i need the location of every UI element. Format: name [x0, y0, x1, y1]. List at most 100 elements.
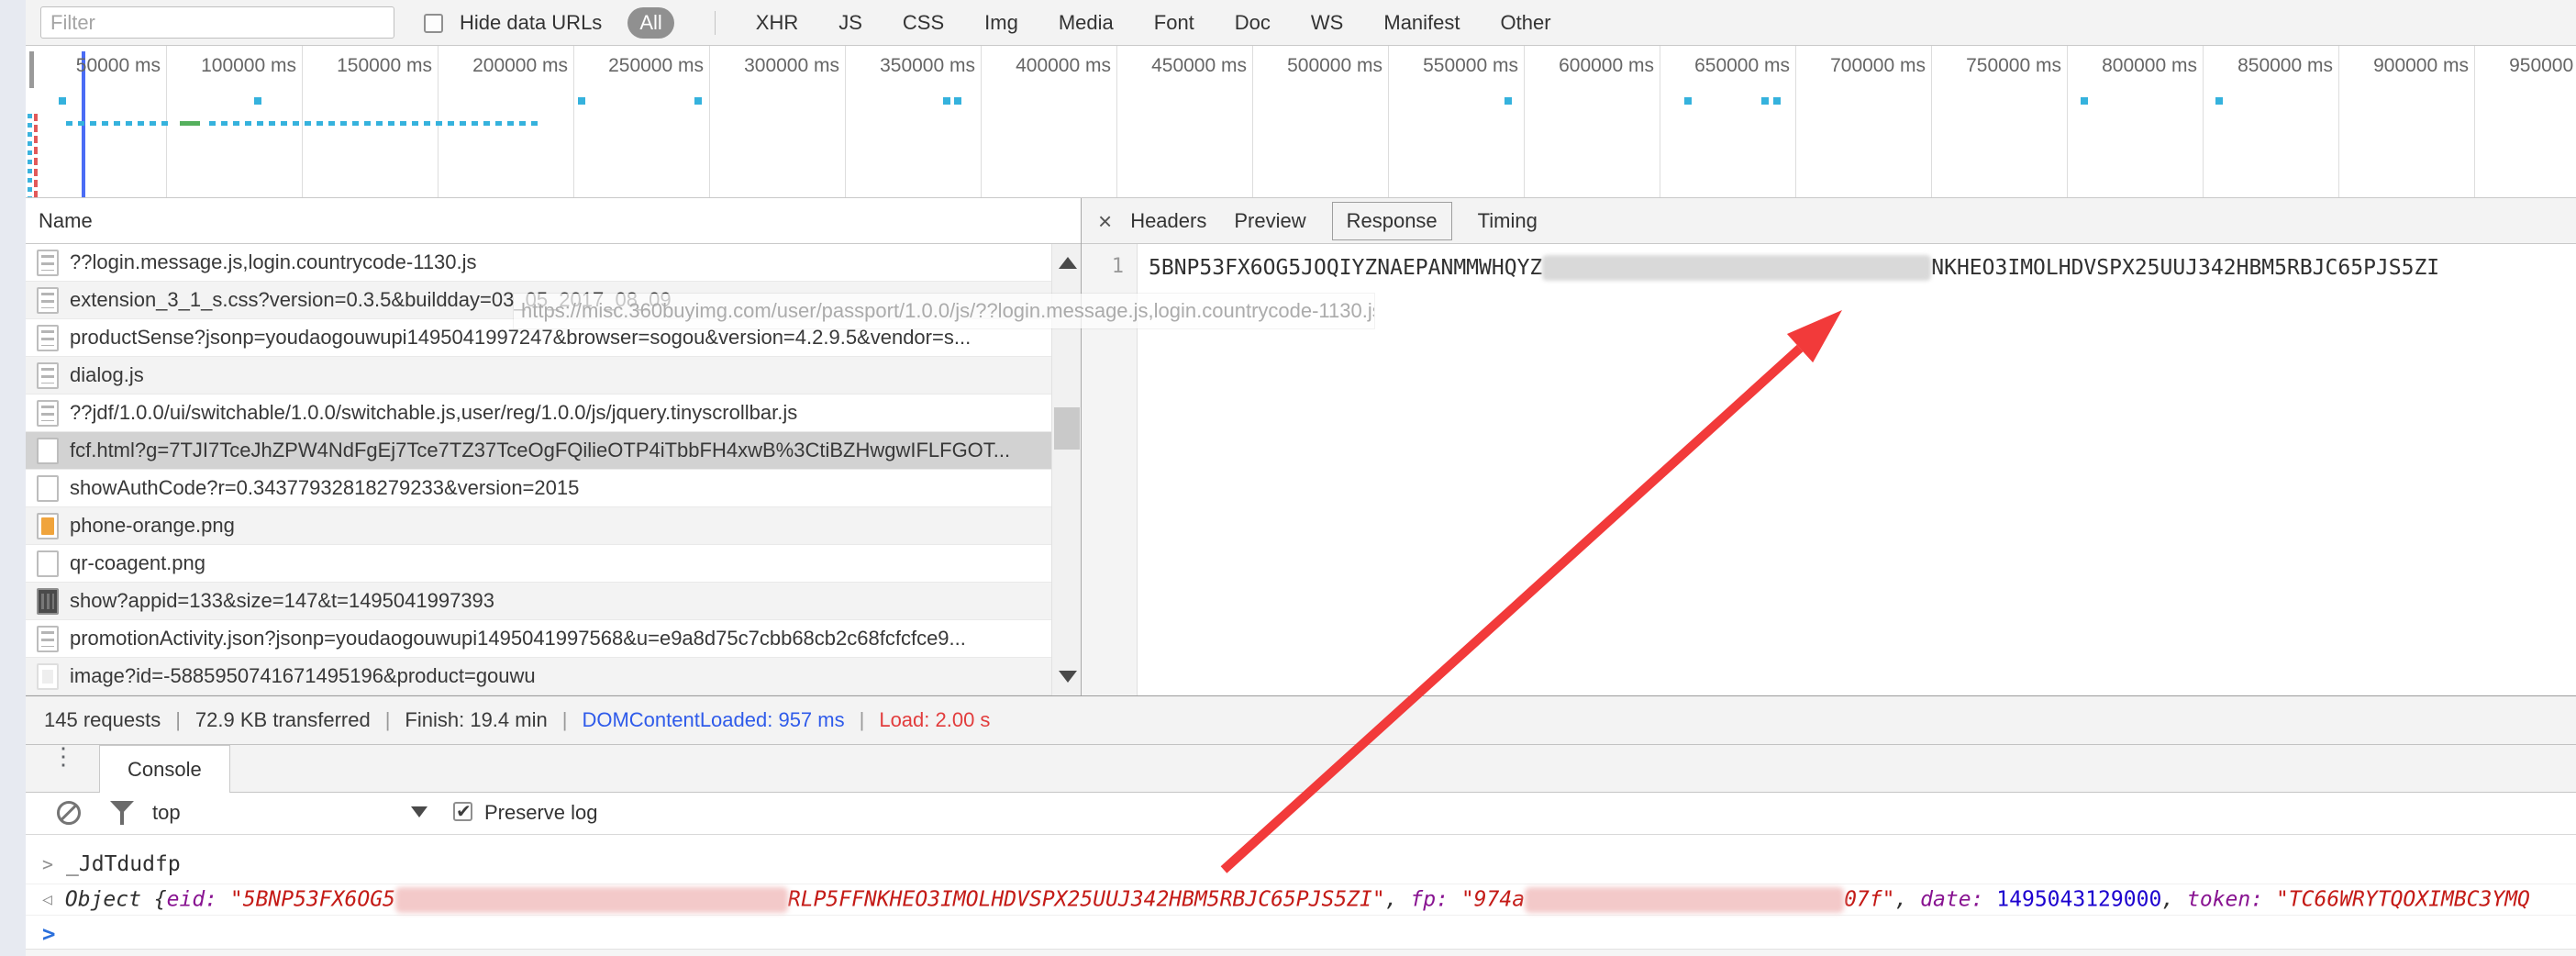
filter-type-font[interactable]: Font: [1154, 11, 1194, 35]
console-segment: 1495043129000: [1996, 887, 2162, 911]
tab-console[interactable]: Console: [99, 745, 230, 793]
network-overview-timeline[interactable]: 50000 ms 100000 ms 150000 ms 200000 ms 25000…: [26, 46, 2576, 198]
request-name: show?appid=133&size=147&t=1495041997393: [70, 589, 495, 612]
console-result-line[interactable]: ◁ Object {eid: "5BNP53FX6OG5 RLP5FFNKHEO3I…: [26, 884, 2576, 916]
script-icon: [37, 249, 59, 276]
summary-separator: |: [561, 708, 568, 731]
request-name: fcf.html?g=7TJI7TceJhZPW4NdFgEj7Tce7TZ37…: [70, 439, 1011, 461]
overview-red-dashed-line: [34, 114, 38, 197]
console-prompt[interactable]: >: [26, 916, 2576, 952]
overview-waterfall-dash: [412, 121, 418, 126]
tab-preview[interactable]: Preview: [1232, 203, 1307, 239]
overview-request-dot: [1773, 97, 1781, 105]
console-messages[interactable]: > _JdTdudfp ◁ Object {eid: "5BNP53FX6OG5 RL…: [26, 835, 2576, 956]
filter-type-manifest[interactable]: Manifest: [1383, 11, 1460, 35]
console-segment: Object {: [64, 887, 167, 911]
console-segment: token:: [2187, 887, 2264, 911]
request-row[interactable]: ??login.message.js,login.countrycode-113…: [26, 244, 1051, 282]
script-icon: [37, 399, 59, 427]
request-name: dialog.js: [70, 363, 144, 386]
summary-item: 145 requests: [44, 708, 161, 731]
drawer-menu-icon[interactable]: ⋮: [51, 744, 75, 768]
timeline-tick-label: 500000 ms: [1287, 55, 1382, 76]
filter-input[interactable]: [40, 6, 394, 39]
console-hscrollbar[interactable]: [26, 949, 2576, 956]
request-row[interactable]: promotionActivity.json?jsonp=youdaogouwu…: [26, 620, 1051, 658]
request-row[interactable]: showAuthCode?r=0.34377932818279233&versi…: [26, 470, 1051, 507]
image-dark-icon: [37, 587, 59, 615]
request-name: ??login.message.js,login.countrycode-113…: [70, 250, 477, 273]
console-segment: eid:: [166, 887, 218, 911]
console-segment: "974a: [1460, 887, 1526, 911]
overview-waterfall-dash: [209, 121, 216, 126]
scroll-down-arrow-icon[interactable]: [1059, 671, 1077, 683]
response-body-line[interactable]: 5BNP53FX6OG5JOQIYZNAEPANMMWHQYZ NKHEO3IMO…: [1149, 253, 2439, 283]
request-row[interactable]: qr-coagent.png: [26, 545, 1051, 583]
scrollbar-thumb[interactable]: [1054, 407, 1080, 450]
summary-separator: |: [175, 708, 181, 731]
hide-data-urls-label: Hide data URLs: [460, 11, 603, 34]
overview-waterfall-dash: [388, 121, 394, 126]
chevron-down-icon[interactable]: [411, 806, 427, 817]
tab-timing[interactable]: Timing: [1476, 203, 1539, 239]
overview-waterfall-dash-green: [180, 121, 200, 126]
filter-type-all[interactable]: All: [627, 7, 674, 39]
response-text-suffix: NKHEO3IMOLHDVSPX25UUJ342HBM5RBJC65PJS5ZI: [1931, 256, 2440, 280]
overview-request-dot: [578, 97, 585, 105]
redacted-blur-box: [1525, 886, 1845, 913]
request-row[interactable]: fcf.html?g=7TJI7TceJhZPW4NdFgEj7Tce7TZ37…: [26, 432, 1051, 470]
redacted-blur-box: [1542, 255, 1932, 281]
tab-response[interactable]: Response: [1331, 201, 1452, 240]
name-column-header[interactable]: Name: [26, 198, 1081, 244]
timeline-tick-label: 950000 ms: [2509, 55, 2576, 76]
timeline-tick-label: 300000 ms: [744, 55, 839, 76]
filter-funnel-icon[interactable]: [110, 801, 134, 825]
overview-waterfall-dash: [281, 121, 287, 126]
timeline-tick-label: 750000 ms: [1966, 55, 2061, 76]
page-icon: [37, 437, 59, 464]
overview-request-dot: [59, 97, 66, 105]
overview-waterfall-dash: [245, 121, 251, 126]
resource-type-filters: All XHR JS CSS Img Media Font Doc WS Manifest Othe…: [627, 7, 1551, 39]
timeline-tick-label: 400000 ms: [1016, 55, 1111, 76]
overview-waterfall-dash: [400, 121, 406, 126]
timeline-tick-label: 900000 ms: [2373, 55, 2469, 76]
timeline-tick-label: 550000 ms: [1423, 55, 1518, 76]
filter-type-xhr[interactable]: XHR: [756, 11, 798, 35]
console-segment: 07f": [1844, 887, 1895, 911]
overview-waterfall-dash: [66, 121, 72, 126]
overview-waterfall-dash: [126, 121, 132, 126]
close-icon[interactable]: ×: [1098, 209, 1112, 233]
console-input-echo: > _JdTdudfp: [26, 844, 2576, 884]
request-row[interactable]: show?appid=133&size=147&t=1495041997393: [26, 583, 1051, 620]
overview-waterfall-dash: [233, 121, 239, 126]
console-return-arrow-icon: ◁: [42, 890, 52, 909]
request-row[interactable]: ??jdf/1.0.0/ui/switchable/1.0.0/switchab…: [26, 395, 1051, 432]
filter-type-ws[interactable]: WS: [1311, 11, 1343, 35]
filter-type-other[interactable]: Other: [1501, 11, 1551, 35]
scroll-up-arrow-icon[interactable]: [1059, 257, 1077, 269]
filter-type-css[interactable]: CSS: [903, 11, 944, 35]
overview-waterfall-dash: [483, 121, 490, 126]
request-row[interactable]: phone-orange.png: [26, 507, 1051, 545]
filter-type-img[interactable]: Img: [984, 11, 1018, 35]
execution-context-selector[interactable]: top: [152, 801, 181, 825]
tab-headers[interactable]: Headers: [1128, 203, 1208, 239]
requests-panel: Name ??login.message.js,login.countrycod…: [26, 198, 1081, 695]
overview-request-dot: [1505, 97, 1512, 105]
filter-separator: [714, 11, 716, 35]
overview-waterfall-dash: [90, 121, 96, 126]
preserve-log-checkbox[interactable]: [453, 800, 472, 823]
overview-waterfall-dash: [257, 121, 263, 126]
drawer-tabstrip: ⋮ Console: [26, 744, 2576, 793]
filter-type-doc[interactable]: Doc: [1235, 11, 1271, 35]
request-name: showAuthCode?r=0.34377932818279233&versi…: [70, 476, 580, 499]
filter-type-js[interactable]: JS: [838, 11, 862, 35]
line-number: 1: [1111, 255, 1124, 278]
hide-data-urls-checkbox[interactable]: [424, 13, 443, 33]
clear-console-icon[interactable]: [57, 801, 81, 825]
request-row[interactable]: dialog.js: [26, 357, 1051, 395]
request-row[interactable]: image?id=-5885950741671495196&product=go…: [26, 658, 1051, 695]
filter-type-media[interactable]: Media: [1059, 11, 1114, 35]
timeline-tick-label: 800000 ms: [2102, 55, 2197, 76]
